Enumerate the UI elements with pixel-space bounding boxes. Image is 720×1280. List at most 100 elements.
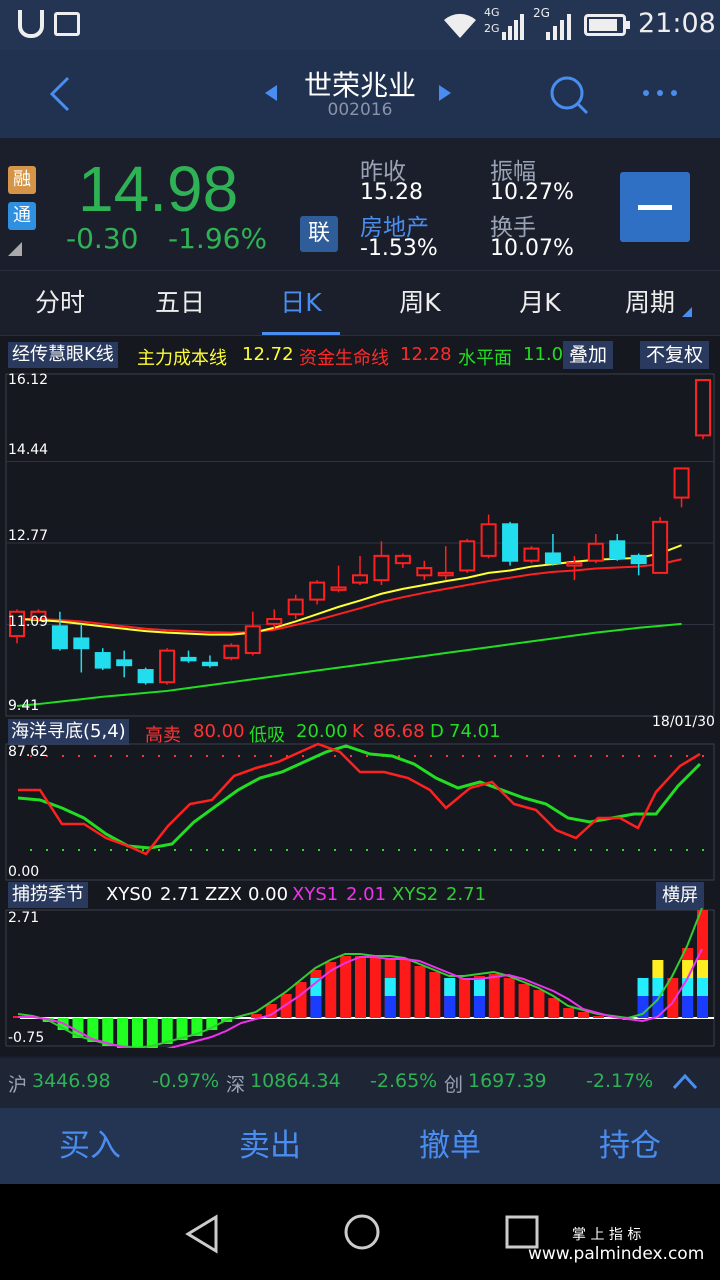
candle-body (137, 669, 154, 684)
season-bar (563, 1008, 575, 1018)
next-stock-icon[interactable] (438, 84, 452, 102)
index-sz-value: 10864.34 (250, 1070, 341, 1092)
turnover-value: 10.07% (490, 236, 574, 261)
landscape-button[interactable]: 横屏 (656, 882, 704, 910)
cancel-order-button[interactable]: 撤单 (360, 1108, 540, 1184)
price-change: -0.30 (66, 222, 139, 255)
notification-u-icon (18, 10, 44, 38)
kdj-d-value: 74.01 (449, 721, 501, 742)
kdj-k-label: K (352, 721, 364, 742)
legend-water-label: 水平面 (458, 348, 512, 369)
candle-body (566, 562, 583, 567)
candle-body (330, 586, 347, 591)
nav-home-icon[interactable] (342, 1212, 382, 1252)
season-y-bottom: -0.75 (8, 1030, 45, 1046)
tab-five-day[interactable]: 五日 (120, 271, 240, 335)
season-title[interactable]: 捕捞季节 (8, 882, 88, 908)
title-bar: 世荣兆业 002016 (0, 50, 720, 138)
season-bar (503, 978, 515, 1018)
candle-body (309, 581, 326, 601)
candle-body (73, 637, 90, 650)
index-cy-name: 创 (444, 1074, 464, 1096)
sector-change: -1.53% (360, 236, 438, 261)
season-bar (518, 984, 530, 1018)
candle-body (373, 554, 390, 582)
season-blue-bar (682, 996, 694, 1018)
y-label-4: 11.09 (8, 614, 49, 630)
kdj-sell-value: 80.00 (193, 721, 245, 742)
y-label-3: 12.77 (8, 528, 49, 544)
corner-mark-icon (8, 242, 22, 256)
candle-body (94, 652, 111, 669)
xys0-label: XYS0 (106, 884, 153, 905)
candle-body (223, 644, 240, 659)
season-cyan-bar (444, 978, 456, 996)
no-adjust-button[interactable]: 不复权 (640, 341, 710, 369)
system-nav-bar: 掌 上 指 标 www.palmindex.com (0, 1184, 720, 1280)
link-button[interactable]: 联 (300, 216, 338, 252)
main-indicator-title[interactable]: 经传慧眼K线 (8, 342, 118, 368)
candle-body (544, 552, 561, 565)
candle-body (116, 659, 133, 667)
back-icon[interactable] (44, 74, 74, 114)
candle-body (266, 618, 283, 625)
signal-icon-2 (546, 14, 571, 40)
kdj-chart[interactable] (0, 742, 720, 882)
season-bar (548, 998, 560, 1018)
tab-intraday[interactable]: 分时 (0, 271, 120, 335)
current-price: 14.98 (78, 153, 239, 225)
season-bar (592, 1016, 604, 1018)
tab-monthly-k[interactable]: 月K (480, 271, 600, 335)
overlay-button[interactable]: 叠加 (563, 341, 614, 369)
season-bar (295, 982, 307, 1018)
season-y-top: 2.71 (8, 910, 40, 926)
battery-tip (626, 21, 630, 29)
network-type-1: 4G (484, 6, 500, 19)
y-label-2: 14.44 (8, 442, 49, 458)
stock-code: 002016 (327, 100, 393, 120)
season-bar (533, 990, 545, 1018)
xys0-value: 2.71 (160, 884, 201, 905)
kdj-y-bottom: 0.00 (8, 864, 40, 880)
candle-body (244, 625, 261, 655)
trade-bar: 买入 卖出 撤单 持仓 (0, 1108, 720, 1184)
tab-period[interactable]: 周期 (600, 271, 700, 335)
search-icon[interactable] (548, 74, 590, 116)
candle-body (51, 625, 68, 650)
prev-stock-icon[interactable] (264, 84, 278, 102)
season-cyan-bar (473, 978, 485, 996)
positions-button[interactable]: 持仓 (540, 1108, 720, 1184)
tab-weekly-k[interactable]: 周K (360, 271, 480, 335)
kdj-y-top: 87.62 (8, 744, 49, 760)
legend-life-line-label: 资金生命线 (299, 348, 389, 369)
index-sz-change: -2.65% (370, 1070, 438, 1092)
expand-up-icon[interactable] (672, 1072, 698, 1092)
battery-icon (584, 14, 626, 36)
more-icon[interactable] (640, 88, 680, 98)
nav-back-icon[interactable] (184, 1214, 220, 1254)
candlestick-chart[interactable] (0, 372, 720, 718)
index-cy-value: 1697.39 (468, 1070, 547, 1092)
index-ticker-bar[interactable]: 沪 3446.98 -0.97% 深 10864.34 -2.65% 创 169… (0, 1058, 720, 1108)
season-bar (355, 956, 366, 1018)
season-blue-bar (384, 996, 396, 1018)
candle-body (523, 547, 540, 562)
kdj-d-label: D (430, 721, 444, 742)
kdj-d-line (17, 744, 702, 850)
season-cyan-bar (384, 978, 396, 996)
ma_yellow-line (16, 544, 682, 636)
index-sh-change: -0.97% (152, 1070, 220, 1092)
remove-watchlist-button[interactable] (620, 172, 690, 242)
sell-button[interactable]: 卖出 (180, 1108, 360, 1184)
buy-button[interactable]: 买入 (0, 1108, 180, 1184)
season-bar (429, 972, 441, 1018)
season-cyan-bar (682, 978, 694, 996)
xys1-label: XYS1 (292, 884, 339, 905)
candle-body (630, 554, 647, 565)
tab-daily-k[interactable]: 日K (262, 271, 340, 335)
legend-life-line-value: 12.28 (400, 344, 452, 365)
season-chart[interactable] (0, 908, 720, 1048)
candle-body (437, 571, 454, 577)
y-label-1: 16.12 (8, 372, 49, 388)
season-bar (578, 1012, 590, 1018)
